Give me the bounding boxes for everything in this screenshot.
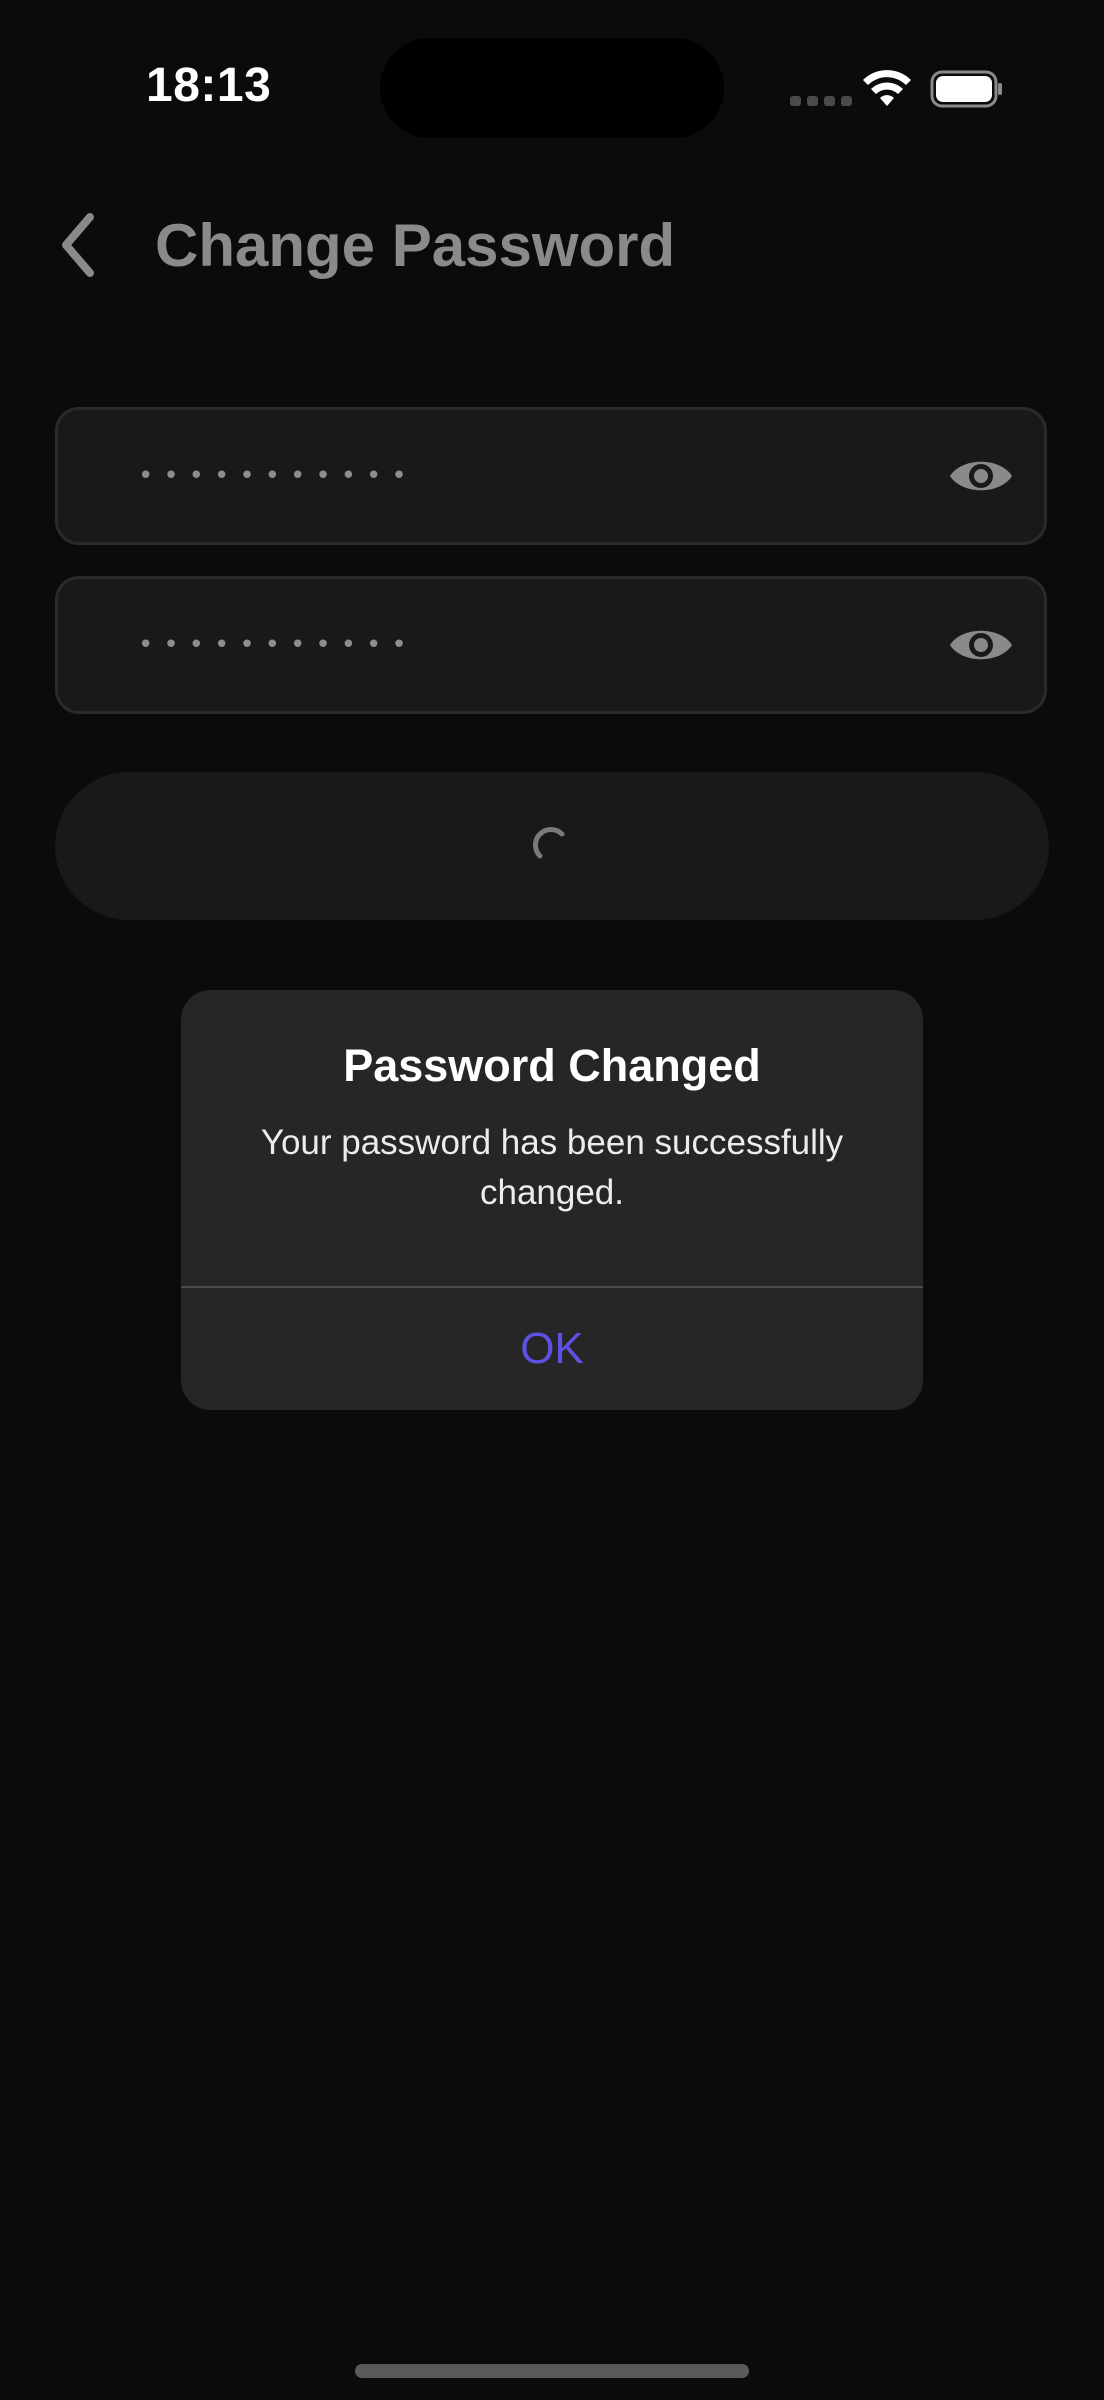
success-alert: Password Changed Your password has been … <box>181 990 923 1410</box>
home-indicator[interactable] <box>355 2364 749 2378</box>
alert-title: Password Changed <box>343 1040 761 1091</box>
alert-message: Your password has been successfully chan… <box>260 1123 844 1212</box>
ok-button[interactable]: OK <box>181 1288 923 1410</box>
